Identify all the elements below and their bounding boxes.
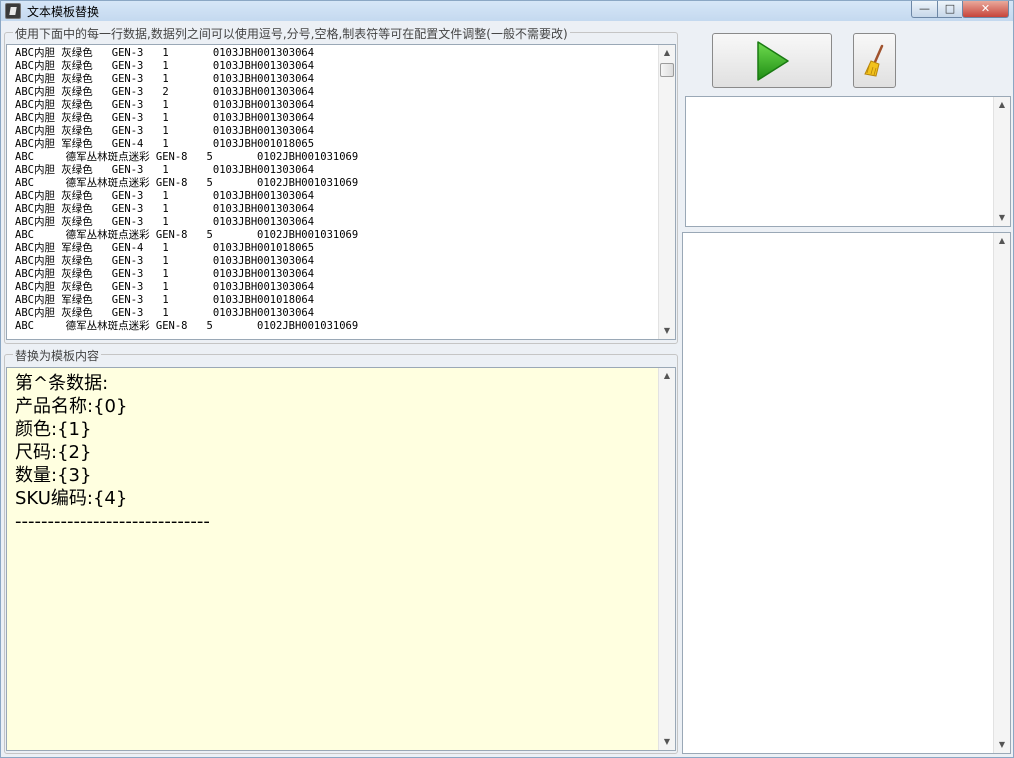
data-line: ABC内胆 灰绿色 GEN-3 1 0103JBH001303064 <box>15 268 315 280</box>
output-vertical-scrollbar[interactable]: ▲ ▼ <box>993 233 1010 753</box>
template-lines: 第^条数据: 产品名称:{0} 颜色:{1} 尺码:{2} 数量:{3} SKU编码:{4… <box>15 372 210 533</box>
data-line: ABC内胆 灰绿色 GEN-3 1 0103JBH001303064 <box>15 190 315 202</box>
template-line: 数量:{3} <box>15 465 92 486</box>
scroll-up-arrow[interactable]: ▲ <box>659 368 675 384</box>
template-line: ------------------------------ <box>15 511 210 532</box>
app-window: 文本模板替换 — □ ✕ 使用下面中的每一行数据,数据列之间可以使用逗号,分号,… <box>0 0 1014 758</box>
data-line: ABC内胆 灰绿色 GEN-3 2 0103JBH001303064 <box>15 86 315 98</box>
broom-icon <box>864 44 884 77</box>
data-input-textarea[interactable]: ABC内胆 灰绿色 GEN-3 1 0103JBH001303064 ABC内胆 … <box>6 44 676 340</box>
window-title: 文本模板替换 <box>27 5 100 19</box>
template-line: 产品名称:{0} <box>15 396 128 417</box>
close-button[interactable]: ✕ <box>962 1 1009 18</box>
output-textarea[interactable]: ▲ ▼ <box>682 232 1011 754</box>
data-line: ABC内胆 灰绿色 GEN-3 1 0103JBH001303064 <box>15 307 315 319</box>
app-icon <box>5 3 21 19</box>
scroll-down-arrow[interactable]: ▼ <box>659 734 675 750</box>
data-line: ABC内胆 灰绿色 GEN-3 1 0103JBH001303064 <box>15 99 315 111</box>
play-icon <box>757 41 789 81</box>
data-line: ABC 德军丛林斑点迷彩 GEN-8 5 0102JBH001031069 <box>15 320 359 332</box>
log-vertical-scrollbar[interactable]: ▲ ▼ <box>993 97 1010 226</box>
maximize-button[interactable]: □ <box>937 1 962 18</box>
scroll-up-arrow[interactable]: ▲ <box>994 233 1010 249</box>
run-button[interactable] <box>712 33 832 88</box>
data-lines: ABC内胆 灰绿色 GEN-3 1 0103JBH001303064 ABC内胆 … <box>15 47 358 333</box>
scroll-thumb[interactable] <box>660 63 674 77</box>
data-line: ABC内胆 灰绿色 GEN-3 1 0103JBH001303064 <box>15 125 315 137</box>
data-line: ABC内胆 军绿色 GEN-4 1 0103JBH001018065 <box>15 138 315 150</box>
data-line: ABC内胆 灰绿色 GEN-3 1 0103JBH001303064 <box>15 60 315 72</box>
scroll-down-arrow[interactable]: ▼ <box>994 737 1010 753</box>
data-line: ABC内胆 灰绿色 GEN-3 1 0103JBH001303064 <box>15 216 315 228</box>
data-line: ABC内胆 灰绿色 GEN-3 1 0103JBH001303064 <box>15 73 315 85</box>
data-group-label: 使用下面中的每一行数据,数据列之间可以使用逗号,分号,空格,制表符等可在配置文件… <box>13 25 570 42</box>
scroll-down-arrow[interactable]: ▼ <box>659 323 675 339</box>
data-line: ABC 德军丛林斑点迷彩 GEN-8 5 0102JBH001031069 <box>15 177 359 189</box>
minimize-button[interactable]: — <box>911 1 937 18</box>
clear-button[interactable] <box>853 33 896 88</box>
scroll-up-arrow[interactable]: ▲ <box>659 45 675 61</box>
data-line: ABC内胆 灰绿色 GEN-3 1 0103JBH001303064 <box>15 203 315 215</box>
data-line: ABC内胆 灰绿色 GEN-3 1 0103JBH001303064 <box>15 112 315 124</box>
template-group-label: 替换为模板内容 <box>13 347 102 364</box>
template-line: 颜色:{1} <box>15 419 92 440</box>
data-vertical-scrollbar[interactable]: ▲ ▼ <box>658 45 675 339</box>
template-line: 尺码:{2} <box>15 442 92 463</box>
data-line: ABC内胆 灰绿色 GEN-3 1 0103JBH001303064 <box>15 164 315 176</box>
data-line: ABC 德军丛林斑点迷彩 GEN-8 5 0102JBH001031069 <box>15 151 359 163</box>
data-line: ABC内胆 军绿色 GEN-3 1 0103JBH001018064 <box>15 294 315 306</box>
scroll-up-arrow[interactable]: ▲ <box>994 97 1010 113</box>
scroll-down-arrow[interactable]: ▼ <box>994 210 1010 226</box>
title-bar[interactable]: 文本模板替换 — □ ✕ <box>1 1 1013 21</box>
log-textarea[interactable]: ▲ ▼ <box>685 96 1011 227</box>
template-line: 第^条数据: <box>15 373 109 394</box>
data-line: ABC内胆 军绿色 GEN-4 1 0103JBH001018065 <box>15 242 315 254</box>
template-vertical-scrollbar[interactable]: ▲ ▼ <box>658 368 675 750</box>
data-line: ABC内胆 灰绿色 GEN-3 1 0103JBH001303064 <box>15 281 315 293</box>
data-line: ABC内胆 灰绿色 GEN-3 1 0103JBH001303064 <box>15 255 315 267</box>
data-line: ABC 德军丛林斑点迷彩 GEN-8 5 0102JBH001031069 <box>15 229 359 241</box>
template-textarea[interactable]: 第^条数据: 产品名称:{0} 颜色:{1} 尺码:{2} 数量:{3} SKU编码:{4… <box>6 367 676 751</box>
data-line: ABC内胆 灰绿色 GEN-3 1 0103JBH001303064 <box>15 47 315 59</box>
template-line: SKU编码:{4} <box>15 488 128 509</box>
